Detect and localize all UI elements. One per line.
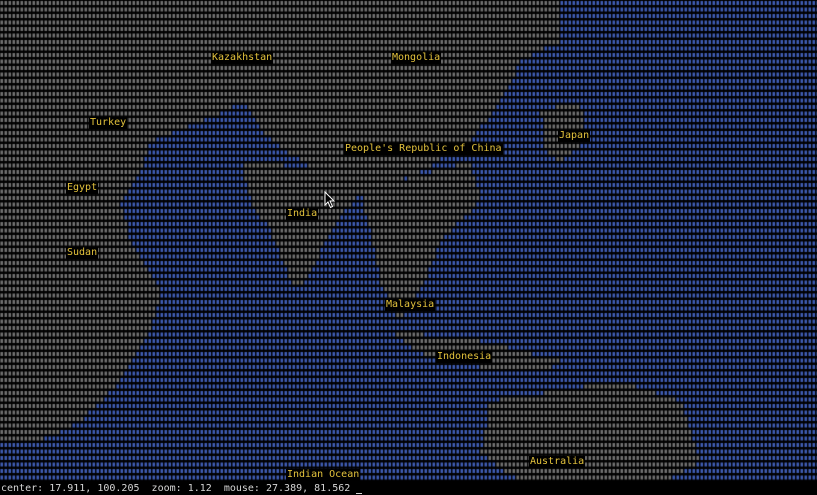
map-label-turkey: Turkey	[89, 117, 128, 129]
map-label-japan: Japan	[558, 130, 591, 142]
map-label-india: India	[286, 208, 319, 220]
map-label-malaysia: Malaysia	[385, 299, 436, 311]
map-label-sudan: Sudan	[66, 247, 99, 259]
map-label-australia: Australia	[529, 456, 586, 468]
status-mouse-label: mouse:	[223, 483, 260, 494]
map-label-indian-ocean: Indian Ocean	[286, 469, 361, 481]
status-mouse-value: 27.389, 81.562	[265, 483, 351, 494]
status-center-label: center:	[1, 483, 44, 494]
ascii-map[interactable]	[0, 0, 817, 482]
map-label-china: People's Republic of China	[344, 143, 503, 155]
text-cursor	[356, 493, 363, 494]
status-center-value: 17.911, 100.205	[49, 483, 140, 494]
map-label-kazakhstan: Kazakhstan	[211, 52, 274, 64]
status-zoom-label: zoom:	[151, 483, 182, 494]
status-bar: center: 17.911, 100.205 zoom: 1.12 mouse…	[0, 482, 817, 495]
terminal-window: Kazakhstan Mongolia Turkey Japan People'…	[0, 0, 817, 495]
map-label-egypt: Egypt	[66, 182, 99, 194]
mouse-pointer-icon	[324, 191, 336, 209]
map-label-mongolia: Mongolia	[391, 52, 442, 64]
status-zoom-value: 1.12	[187, 483, 212, 494]
map-label-indonesia: Indonesia	[436, 351, 493, 363]
